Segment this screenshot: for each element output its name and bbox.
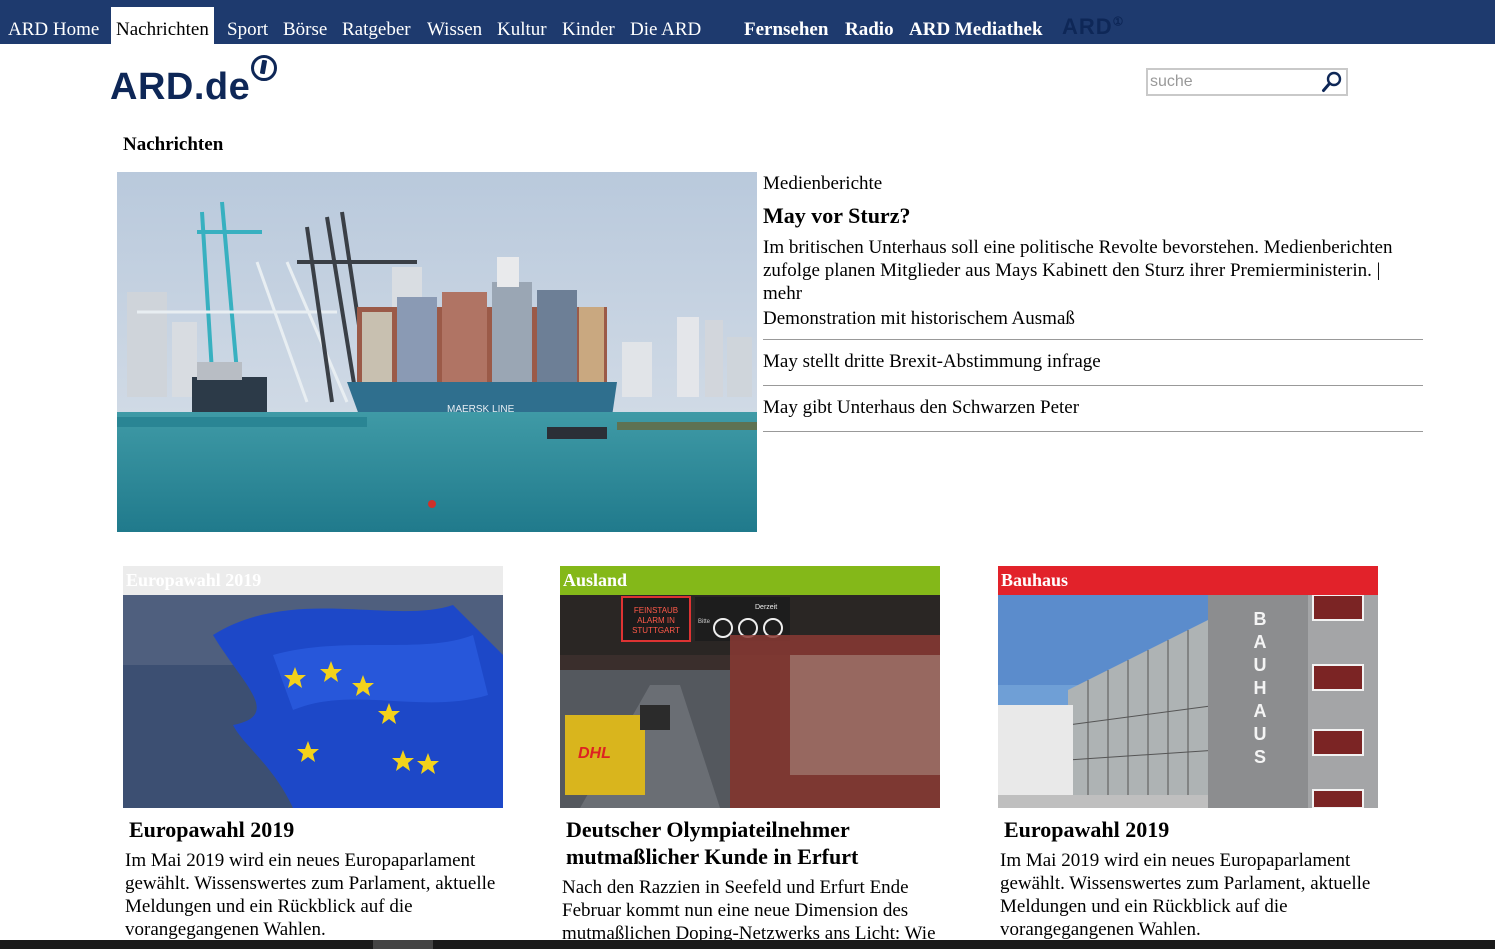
- scrollbar-thumb[interactable]: [373, 940, 433, 949]
- svg-text:ALARM IN: ALARM IN: [637, 616, 675, 625]
- nav-item-ratgeber[interactable]: Ratgeber: [342, 7, 411, 44]
- hero-article: Medienberichte May vor Sturz? Im britisc…: [763, 172, 1423, 432]
- teaser-image-eu-flag[interactable]: [123, 595, 503, 808]
- hero-body-text: Im britischen Unterhaus soll eine politi…: [763, 237, 1393, 281]
- nav-item-kultur[interactable]: Kultur: [497, 7, 547, 44]
- nav-item-kinder[interactable]: Kinder: [562, 7, 615, 44]
- nav-item-fernsehen[interactable]: Fernsehen: [744, 7, 828, 44]
- feinstaub-sign-text: FEINSTAUB: [634, 606, 678, 615]
- nav-item-boerse[interactable]: Börse: [283, 7, 327, 44]
- svg-text:S: S: [1254, 747, 1266, 767]
- derzeit-sign-text: Derzeit: [755, 604, 777, 611]
- teaser-text: Nach den Razzien in Seefeld und Erfurt E…: [562, 877, 936, 944]
- nav-item-ard-home[interactable]: ARD Home: [8, 7, 99, 44]
- search-input[interactable]: [1148, 70, 1322, 94]
- ard-brand-logo-small[interactable]: ARD①: [1062, 14, 1124, 40]
- nav-item-ard-mediathek[interactable]: ARD Mediathek: [909, 7, 1043, 44]
- teaser-headline[interactable]: Europawahl 2019: [998, 816, 1378, 843]
- nav-item-wissen[interactable]: Wissen: [427, 7, 482, 44]
- teaser-headline[interactable]: Deutscher Olympiateilnehmer mutmaßlicher…: [560, 816, 940, 870]
- search-box: [1146, 68, 1348, 96]
- logo-text: ARD.de: [110, 66, 251, 108]
- teaser-category-label[interactable]: Bauhaus: [998, 566, 1378, 595]
- nav-item-die-ard[interactable]: Die ARD: [630, 7, 701, 44]
- dhl-logo-text: DHL: [578, 745, 611, 762]
- teaser-text: Im Mai 2019 wird ein neues Europaparlame…: [125, 850, 496, 940]
- top-navigation-bar: ARD Home Nachrichten Sport Börse Ratgebe…: [0, 0, 1495, 44]
- nav-item-sport[interactable]: Sport: [227, 7, 268, 44]
- svg-text:U: U: [1254, 655, 1267, 675]
- svg-text:U: U: [1254, 724, 1267, 744]
- svg-text:STUTTGART: STUTTGART: [632, 626, 680, 635]
- teaser-text: Im Mai 2019 wird ein neues Europaparlame…: [1000, 850, 1371, 940]
- ard-de-logo[interactable]: ARD.de: [110, 55, 278, 109]
- teaser-category-label[interactable]: Ausland: [560, 566, 940, 595]
- related-link[interactable]: Demonstration mit historischem Ausmaß: [763, 307, 1423, 340]
- ard-one-icon: [251, 55, 278, 81]
- horizontal-scrollbar[interactable]: [0, 940, 1495, 949]
- teaser-category-label[interactable]: Europawahl 2019: [123, 566, 503, 595]
- hero-teaser-text: Im britischen Unterhaus soll eine politi…: [763, 236, 1423, 305]
- bitte-sign-text: Bitte: [698, 619, 711, 625]
- teaser-image-highway-tunnel[interactable]: FEINSTAUB ALARM IN STUTTGART Derzeit Bit…: [560, 595, 940, 808]
- related-links-list: Demonstration mit historischem Ausmaß Ma…: [763, 307, 1423, 432]
- bauhaus-sign-text: B: [1254, 609, 1267, 629]
- magnifier-icon[interactable]: [1320, 70, 1344, 94]
- teaser-card: Ausland FEINSTAUB ALARM IN STUTTGART Der…: [560, 566, 940, 945]
- related-link[interactable]: May gibt Unterhaus den Schwarzen Peter: [763, 386, 1423, 432]
- teaser-card: Europawahl 2019 Europawahl 2019 Im Mai 2…: [123, 566, 503, 941]
- nav-item-nachrichten[interactable]: Nachrichten: [111, 7, 214, 44]
- teaser-headline[interactable]: Europawahl 2019: [123, 816, 503, 843]
- hero-more-link[interactable]: mehr: [763, 283, 802, 304]
- svg-text:A: A: [1254, 701, 1267, 721]
- teaser-card: Bauhaus B A U H A U S Europawahl 2019 Im…: [998, 566, 1378, 941]
- svg-text:A: A: [1254, 632, 1267, 652]
- nav-item-radio[interactable]: Radio: [845, 7, 894, 44]
- hero-headline[interactable]: May vor Sturz?: [763, 202, 1423, 230]
- teaser-image-bauhaus-building[interactable]: B A U H A U S: [998, 595, 1378, 808]
- section-title: Nachrichten: [123, 134, 224, 155]
- hero-image-container-ship[interactable]: MAERSK LINE: [117, 172, 757, 532]
- svg-text:H: H: [1254, 678, 1267, 698]
- related-link[interactable]: May stellt dritte Brexit-Abstimmung infr…: [763, 340, 1423, 386]
- hero-kicker: Medienberichte: [763, 173, 883, 194]
